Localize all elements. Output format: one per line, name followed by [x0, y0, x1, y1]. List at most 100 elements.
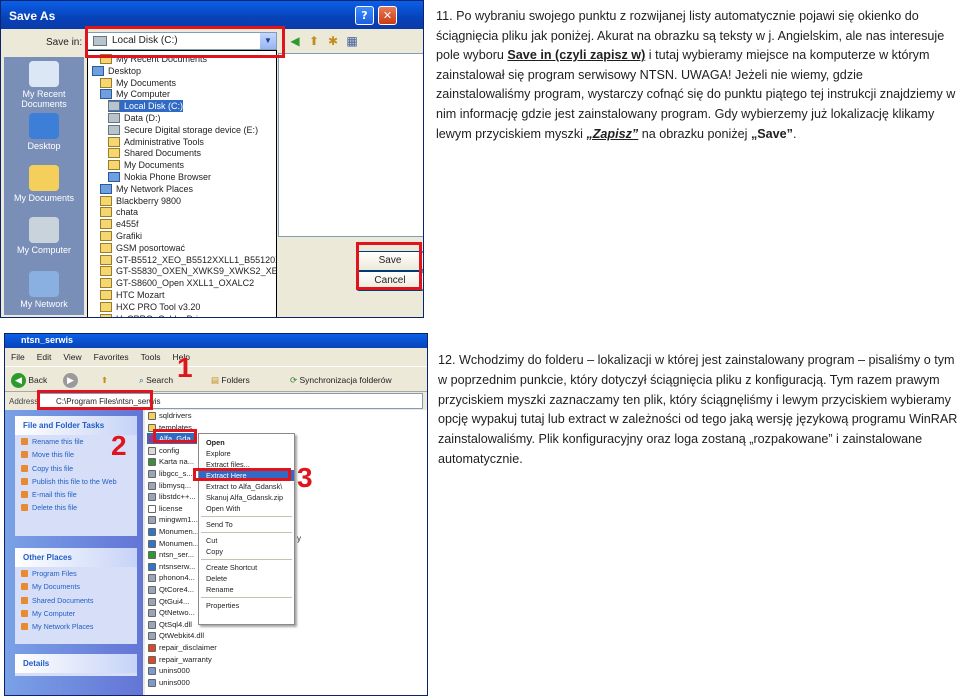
dropdown-item[interactable]: HTC Mozart: [100, 289, 165, 301]
other-place-link[interactable]: My Network Places: [15, 620, 137, 633]
file-view-area[interactable]: [278, 53, 423, 237]
folders-button[interactable]: ▤ Folders: [211, 372, 250, 388]
place-my-computer[interactable]: My Computer: [4, 217, 84, 255]
file-item[interactable]: phonon4...: [147, 572, 195, 583]
context-menu-item[interactable]: Skanuj Alfa_Gdansk.zip: [199, 492, 294, 503]
context-menu-item[interactable]: Open: [199, 437, 294, 448]
dropdown-item[interactable]: Grafiki: [100, 230, 142, 242]
dropdown-item[interactable]: chata: [100, 206, 138, 218]
context-menu-item[interactable]: Explore: [199, 448, 294, 459]
context-menu-item[interactable]: Open With: [199, 503, 294, 514]
dropdown-item[interactable]: Nokia Phone Browser: [108, 171, 211, 183]
file-item[interactable]: libmysq...: [147, 480, 191, 491]
dropdown-item[interactable]: Data (D:): [108, 112, 161, 124]
task-link[interactable]: Publish this file to the Web: [15, 475, 137, 488]
dropdown-item[interactable]: GT-B5512_XEO_B5512XXLL1_B55120XAL: [100, 254, 276, 266]
dropdown-item[interactable]: Secure Digital storage device (E:): [108, 124, 258, 136]
dropdown-item[interactable]: My Network Places: [100, 183, 193, 195]
menu-item[interactable]: View: [63, 349, 81, 365]
dropdown-item[interactable]: Shared Documents: [108, 147, 201, 159]
file-item[interactable]: QtSql4.dll: [147, 619, 192, 630]
context-menu-item[interactable]: Extract to Alfa_Gdansk\: [199, 481, 294, 492]
save-in-dropdown-list[interactable]: My Recent Documents Desktop My Documents My…: [87, 50, 277, 317]
task-link[interactable]: E-mail this file: [15, 488, 137, 501]
menu-item[interactable]: Edit: [37, 349, 52, 365]
dropdown-item[interactable]: GT-S5830_OXEN_XWKS9_XWKS2_XEOKP: [100, 265, 276, 277]
search-button[interactable]: ⌕ Search: [139, 372, 173, 388]
context-menu-item[interactable]: Properties: [199, 600, 294, 611]
dropdown-item[interactable]: HxCPRO_Cable_Driver: [100, 313, 211, 317]
dropdown-item[interactable]: Desktop: [92, 65, 141, 77]
file-item[interactable]: repair_warranty: [147, 654, 212, 665]
other-place-link[interactable]: Program Files: [15, 567, 137, 580]
file-item[interactable]: Monumen...: [147, 526, 199, 537]
file-name: QtSql4.dll: [159, 619, 192, 629]
other-place-link[interactable]: My Documents: [15, 580, 137, 593]
explorer-title: ntsn_serwis: [5, 334, 427, 348]
place-recent[interactable]: My Recent Documents: [4, 61, 84, 109]
file-item[interactable]: QtNetwo...: [147, 607, 195, 618]
file-item[interactable]: repair_disclaimer: [147, 642, 217, 653]
file-item[interactable]: Monumen...: [147, 538, 199, 549]
file-item[interactable]: ntsn_ser...: [147, 549, 194, 560]
file-item[interactable]: QtGui4...: [147, 596, 189, 607]
file-name: QtWebkit4.dll: [159, 631, 205, 641]
file-item[interactable]: license: [147, 503, 183, 514]
other-place-link[interactable]: Shared Documents: [15, 594, 137, 607]
dropdown-item[interactable]: HXC PRO Tool v3.20: [100, 301, 200, 313]
task-link[interactable]: Delete this file: [15, 501, 137, 514]
dropdown-item[interactable]: GT-S8600_Open XXLL1_OXALC2: [100, 277, 254, 289]
sync-folders-button[interactable]: ⟳ Synchronizacja folderów: [290, 372, 392, 388]
dropdown-item[interactable]: My Computer: [100, 88, 170, 100]
back-icon[interactable]: ◀: [287, 33, 303, 49]
up-folder-button[interactable]: ⬆: [101, 372, 108, 388]
file-item[interactable]: libstdc++...: [147, 491, 196, 502]
context-menu-item[interactable]: Create Shortcut: [199, 562, 294, 573]
file-icon: [148, 516, 156, 525]
dropdown-item[interactable]: Blackberry 9800: [100, 195, 181, 207]
file-item[interactable]: QtCore4...: [147, 584, 194, 595]
file-item[interactable]: config: [147, 445, 179, 456]
dropdown-item[interactable]: e455f: [100, 218, 139, 230]
place-my-documents[interactable]: My Documents: [4, 165, 84, 203]
place-desktop[interactable]: Desktop: [4, 113, 84, 151]
forward-button[interactable]: ▶: [63, 372, 78, 389]
context-menu-item[interactable]: Cut: [199, 535, 294, 546]
address-label: Address: [9, 397, 39, 406]
task-link[interactable]: Copy this file: [15, 462, 137, 475]
context-menu-item[interactable]: Delete: [199, 573, 294, 584]
context-menu-item[interactable]: Rename: [199, 584, 294, 595]
place-my-network[interactable]: My Network: [4, 271, 84, 309]
context-menu-item[interactable]: Send To: [199, 519, 294, 530]
file-item[interactable]: ntsnserw...: [147, 561, 195, 572]
file-item[interactable]: Karta na...: [147, 456, 194, 467]
dropdown-item[interactable]: GSM posortować: [100, 242, 185, 254]
menu-item[interactable]: Tools: [141, 349, 161, 365]
other-place-link[interactable]: My Computer: [15, 607, 137, 620]
up-folder-icon[interactable]: ⬆: [306, 33, 322, 49]
dropdown-item[interactable]: My Documents: [108, 159, 184, 171]
details-panel: Details: [15, 654, 137, 676]
search-icon: ⌕: [139, 375, 144, 385]
context-menu-item[interactable]: Copy: [199, 546, 294, 557]
dropdown-item[interactable]: Administrative Tools: [108, 136, 204, 148]
details-header[interactable]: Details: [15, 654, 137, 673]
close-title-button[interactable]: ✕: [378, 6, 397, 25]
menu-item[interactable]: Favorites: [94, 349, 129, 365]
file-item[interactable]: libgcc_s...: [147, 468, 193, 479]
file-item[interactable]: unins000: [147, 665, 190, 676]
views-icon[interactable]: ▦: [344, 33, 360, 49]
folder-icon: [100, 207, 112, 218]
help-title-button[interactable]: ?: [355, 6, 374, 25]
menu-item[interactable]: File: [11, 349, 25, 365]
file-item[interactable]: mingwm1...: [147, 514, 198, 525]
other-places-header[interactable]: Other Places: [15, 548, 137, 567]
file-item[interactable]: sqldrivers: [147, 410, 192, 421]
file-item[interactable]: unins000: [147, 677, 190, 688]
dropdown-item[interactable]: My Documents: [100, 77, 176, 89]
drive-icon: [108, 101, 120, 112]
dropdown-item[interactable]: Local Disk (C:): [108, 100, 184, 113]
new-folder-icon[interactable]: ✱: [325, 33, 341, 49]
back-button[interactable]: ◀ Back: [11, 372, 47, 389]
file-item[interactable]: QtWebkit4.dll: [147, 630, 204, 641]
